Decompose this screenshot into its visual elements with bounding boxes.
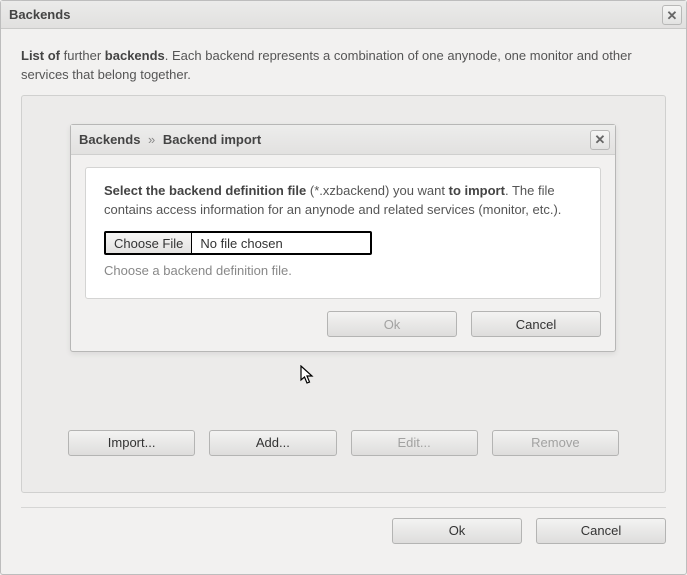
- window-bottom-buttons: Ok Cancel: [21, 507, 666, 544]
- file-status-text: No file chosen: [192, 236, 290, 251]
- edit-button[interactable]: Edit...: [351, 430, 478, 456]
- window-body: List of further backends. Each backend r…: [1, 29, 686, 574]
- window-titlebar: Backends ✕: [1, 1, 686, 29]
- import-button[interactable]: Import...: [68, 430, 195, 456]
- backends-list-panel: Backends » Backend import ✕ Select the b…: [21, 95, 666, 493]
- dialog-body: Select the backend definition file (*.xz…: [71, 155, 615, 352]
- dialog-button-row: Ok Cancel: [85, 311, 601, 337]
- window-title: Backends: [9, 7, 70, 22]
- remove-button[interactable]: Remove: [492, 430, 619, 456]
- dialog-content-panel: Select the backend definition file (*.xz…: [85, 167, 601, 300]
- dialog-breadcrumb-1: Backends: [79, 132, 140, 147]
- breadcrumb-sep-icon: »: [148, 132, 155, 147]
- close-icon: ✕: [595, 133, 606, 146]
- intro-text: List of further backends. Each backend r…: [21, 47, 666, 85]
- window-ok-button[interactable]: Ok: [392, 518, 522, 544]
- intro-bold-1: List of: [21, 48, 60, 63]
- intro-space: further: [60, 48, 105, 63]
- backends-window: Backends ✕ List of further backends. Eac…: [0, 0, 687, 575]
- instruct-text-1: (*.xzbackend) you want: [306, 183, 448, 198]
- add-button[interactable]: Add...: [209, 430, 336, 456]
- backend-import-dialog: Backends » Backend import ✕ Select the b…: [70, 124, 616, 353]
- list-button-row: Import... Add... Edit... Remove: [68, 430, 619, 456]
- window-cancel-button[interactable]: Cancel: [536, 518, 666, 544]
- window-close-button[interactable]: ✕: [662, 5, 682, 25]
- dialog-breadcrumb-2: Backend import: [163, 132, 261, 147]
- dialog-titlebar: Backends » Backend import ✕: [71, 125, 615, 155]
- file-input[interactable]: Choose File No file chosen: [104, 231, 372, 255]
- intro-bold-2: backends: [105, 48, 165, 63]
- close-icon: ✕: [667, 9, 678, 22]
- instruct-bold-2: to import: [449, 183, 505, 198]
- instruct-bold-1: Select the backend definition file: [104, 183, 306, 198]
- dialog-ok-button[interactable]: Ok: [327, 311, 457, 337]
- dialog-close-button[interactable]: ✕: [590, 130, 610, 150]
- file-caption: Choose a backend definition file.: [104, 263, 582, 278]
- choose-file-button[interactable]: Choose File: [106, 233, 192, 253]
- dialog-cancel-button[interactable]: Cancel: [471, 311, 601, 337]
- dialog-instruction: Select the backend definition file (*.xz…: [104, 182, 582, 220]
